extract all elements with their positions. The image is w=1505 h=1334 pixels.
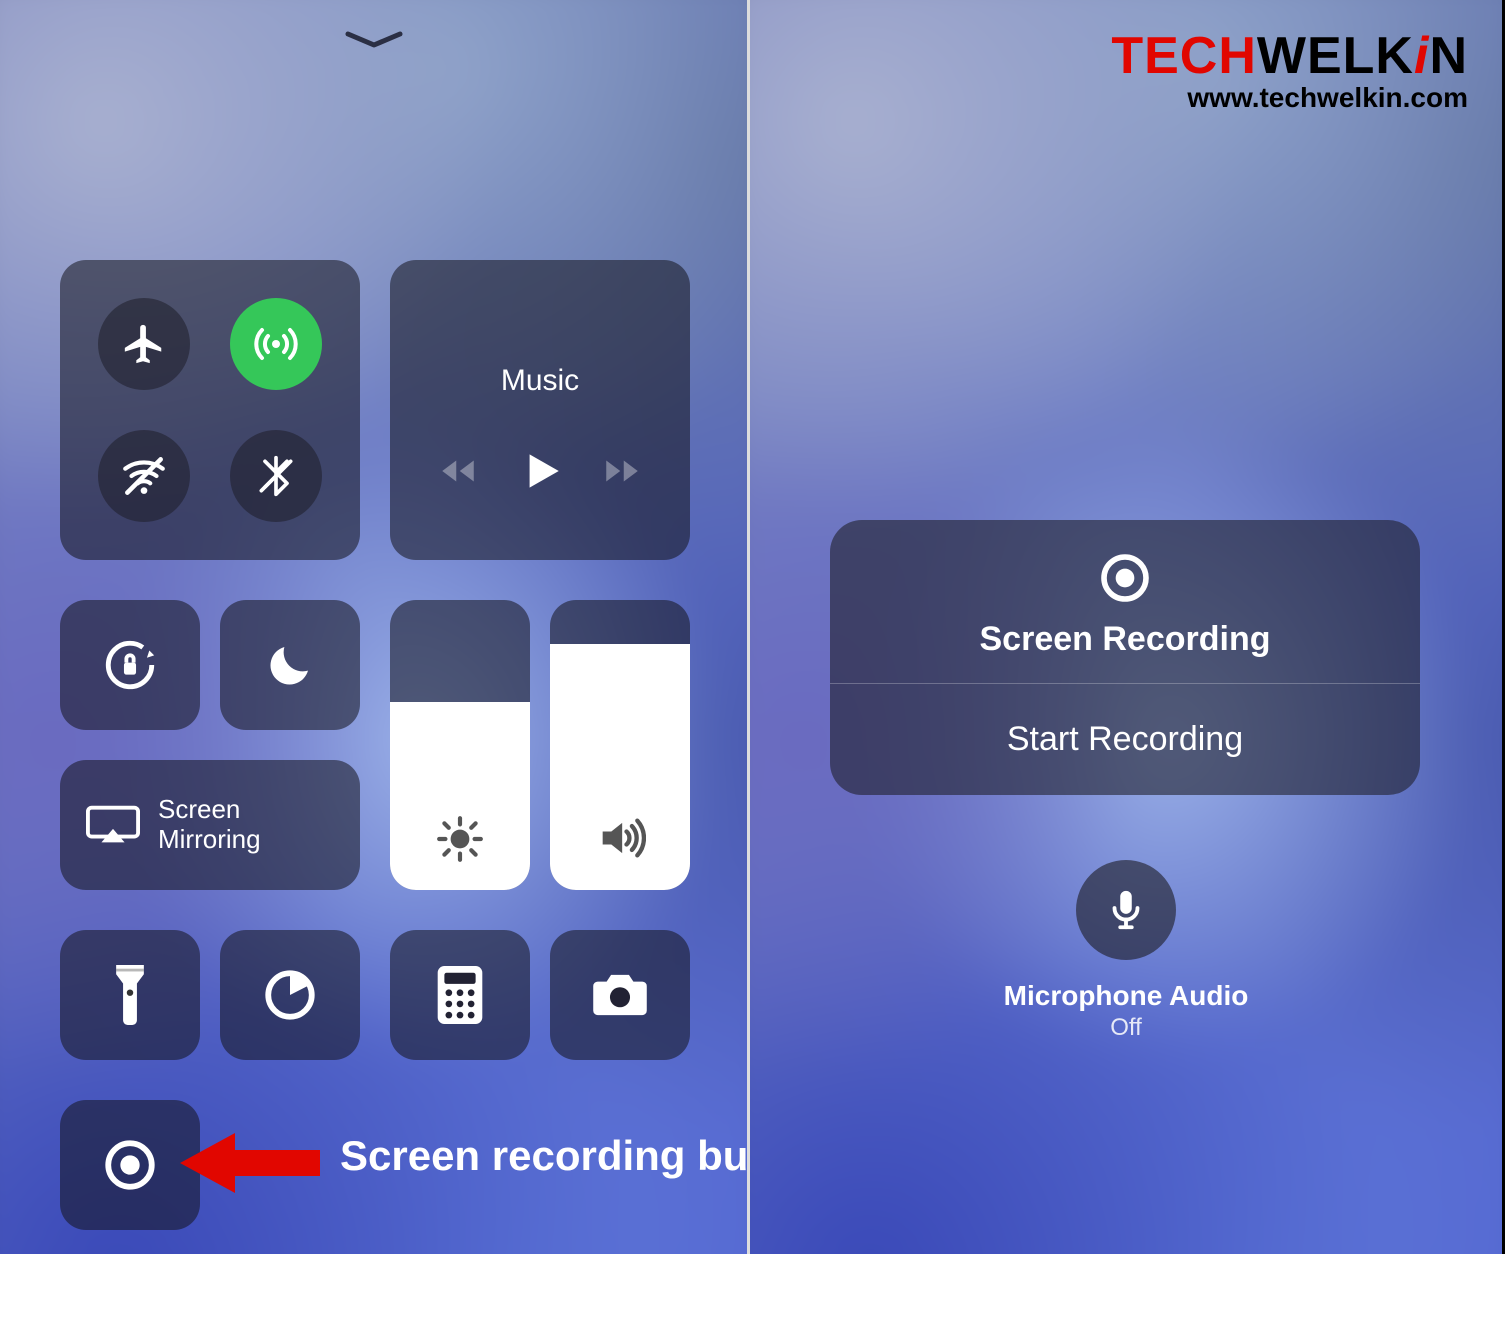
volume-slider[interactable]	[550, 600, 690, 890]
start-recording-button[interactable]: Start Recording	[830, 684, 1420, 795]
moon-icon	[263, 638, 317, 692]
watermark-logo: TECHWELKiN www.techwelkin.com	[1111, 26, 1468, 114]
do-not-disturb-button[interactable]	[220, 600, 360, 730]
screen-mirroring-button[interactable]: Screen Mirroring	[60, 760, 360, 890]
record-icon	[101, 1136, 159, 1194]
music-title: Music	[501, 364, 579, 398]
annotation-arrow	[180, 1128, 320, 1198]
orientation-lock-button[interactable]	[60, 600, 200, 730]
wifi-button[interactable]	[98, 430, 190, 522]
calculator-icon	[436, 966, 484, 1024]
brightness-slider[interactable]	[390, 600, 530, 890]
previous-track-icon[interactable]	[437, 450, 479, 492]
antenna-icon	[252, 320, 300, 368]
microphone-toggle-button[interactable]	[1076, 860, 1176, 960]
screen-record-button[interactable]	[60, 1100, 200, 1230]
play-icon[interactable]	[515, 446, 565, 496]
screen-mirroring-label: Screen Mirroring	[158, 795, 261, 855]
bluetooth-off-icon	[254, 454, 298, 498]
cellular-data-button[interactable]	[230, 298, 322, 390]
next-track-icon[interactable]	[601, 450, 643, 492]
flashlight-button[interactable]	[60, 930, 200, 1060]
record-icon	[1097, 550, 1153, 606]
wifi-off-icon	[119, 451, 169, 501]
dismiss-chevron-icon[interactable]	[344, 30, 404, 50]
speaker-icon	[594, 812, 646, 864]
calculator-button[interactable]	[390, 930, 530, 1060]
airplane-mode-button[interactable]	[98, 298, 190, 390]
connectivity-group[interactable]	[60, 260, 360, 560]
bluetooth-button[interactable]	[230, 430, 322, 522]
timer-icon	[261, 966, 319, 1024]
orientation-lock-icon	[101, 636, 159, 694]
microphone-state: Off	[1004, 1014, 1249, 1042]
camera-button[interactable]	[550, 930, 690, 1060]
screen-recording-panel: TECHWELKiN www.techwelkin.com Screen Rec…	[750, 0, 1502, 1334]
music-widget[interactable]: Music	[390, 260, 690, 560]
brightness-icon	[435, 814, 485, 864]
microphone-label: Microphone Audio Off	[1004, 980, 1249, 1042]
airplay-icon	[86, 803, 140, 847]
screen-recording-sheet: Screen Recording Start Recording	[830, 520, 1420, 795]
sheet-title: Screen Recording	[980, 620, 1271, 659]
page-footer	[0, 1254, 1505, 1334]
microphone-icon	[1103, 887, 1149, 933]
camera-icon	[591, 972, 649, 1018]
flashlight-icon	[110, 965, 150, 1025]
watermark-url: www.techwelkin.com	[1111, 82, 1468, 114]
annotation-label: Screen recording button	[340, 1132, 750, 1180]
timer-button[interactable]	[220, 930, 360, 1060]
control-center-panel: Music	[0, 0, 750, 1334]
airplane-icon	[121, 321, 167, 367]
